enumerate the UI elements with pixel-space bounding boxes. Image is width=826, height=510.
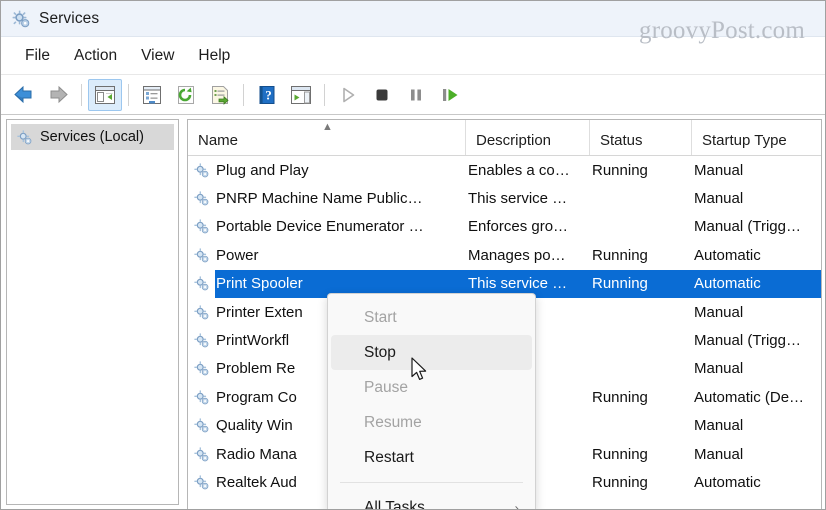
- context-menu-item-label: Start: [364, 308, 397, 326]
- menu-item-view[interactable]: View: [129, 44, 186, 68]
- cell-description: Enables a co…: [468, 161, 570, 179]
- context-menu-item-restart[interactable]: Restart: [328, 440, 535, 475]
- svg-text:?: ?: [265, 87, 272, 102]
- cell-status: Running: [592, 275, 648, 293]
- show-action-pane-icon[interactable]: [284, 79, 318, 111]
- column-header-status[interactable]: Status: [590, 120, 692, 155]
- cell-startup-type: Manual: [694, 417, 744, 435]
- chevron-right-icon: ›: [514, 500, 519, 510]
- back-icon[interactable]: [7, 79, 41, 111]
- cell-status: Running: [592, 246, 648, 264]
- cell-description: This service …: [468, 275, 568, 293]
- cell-startup-type: Manual: [694, 161, 744, 179]
- column-header-startup-type[interactable]: Startup Type: [692, 120, 821, 155]
- context-menu-item-resume: Resume: [328, 405, 535, 440]
- menu-item-help[interactable]: Help: [186, 44, 242, 68]
- window-title: Services: [39, 9, 100, 27]
- toolbar: ?: [1, 75, 825, 115]
- stop-service-icon[interactable]: [365, 79, 399, 111]
- cell-description: Enforces gro…: [468, 218, 569, 236]
- context-menu-item-label: Stop: [364, 343, 396, 361]
- properties-icon[interactable]: [135, 79, 169, 111]
- cell-name: Print Spooler: [216, 275, 303, 293]
- context-menu-item-label: Resume: [364, 413, 422, 431]
- cell-status: Running: [592, 445, 648, 463]
- context-menu-item-label: Restart: [364, 448, 414, 466]
- table-row[interactable]: PNRP Machine Name Public… This service … M…: [188, 184, 821, 212]
- help-icon[interactable]: ?: [250, 79, 284, 111]
- cell-name: Portable Device Enumerator …: [216, 218, 424, 236]
- restart-service-icon[interactable]: [433, 79, 467, 111]
- table-row[interactable]: Portable Device Enumerator … Enforces gro…: [188, 213, 821, 241]
- services-gear-icon: [11, 9, 31, 29]
- services-gear-icon: [193, 446, 210, 463]
- menu-separator: [340, 482, 523, 483]
- menu-item-file[interactable]: File: [13, 44, 62, 68]
- cell-name: Power: [216, 246, 259, 264]
- services-gear-icon: [193, 417, 210, 434]
- cell-startup-type: Automatic: [694, 275, 761, 293]
- cell-startup-type: Automatic: [694, 246, 761, 264]
- cell-status: Running: [592, 388, 648, 406]
- cell-startup-type: Automatic (De…: [694, 388, 805, 406]
- export-list-icon[interactable]: [203, 79, 237, 111]
- context-menu-item-label: All Tasks: [364, 498, 425, 510]
- context-menu-item-all-tasks[interactable]: All Tasks ›: [328, 490, 535, 510]
- cell-startup-type: Automatic: [694, 473, 761, 491]
- toolbar-separator: [324, 83, 325, 106]
- service-context-menu: Start Stop Pause Resume Restart All Tasks ›: [327, 293, 536, 510]
- cell-name: PNRP Machine Name Public…: [216, 190, 423, 208]
- column-header-description[interactable]: Description: [466, 120, 590, 155]
- pause-service-icon[interactable]: [399, 79, 433, 111]
- cell-startup-type: Manual: [694, 190, 744, 208]
- services-gear-icon: [16, 129, 33, 146]
- services-gear-icon: [193, 389, 210, 406]
- cell-description: Manages po…: [468, 246, 566, 264]
- context-menu-item-label: Pause: [364, 378, 408, 396]
- column-header-row: ▲ Name Description Status Startup Type: [188, 120, 821, 156]
- cell-status: Running: [592, 473, 648, 491]
- watermark: groovyPost.com: [639, 17, 805, 44]
- toolbar-separator: [81, 83, 82, 106]
- services-gear-icon: [193, 218, 210, 235]
- cell-startup-type: Manual: [694, 445, 744, 463]
- services-gear-icon: [193, 247, 210, 264]
- context-menu-item-start: Start: [328, 300, 535, 335]
- cell-startup-type: Manual (Trigg…: [694, 332, 801, 350]
- cell-startup-type: Manual (Trigg…: [694, 218, 801, 236]
- cell-description: This service …: [468, 190, 568, 208]
- context-menu-item-pause: Pause: [328, 370, 535, 405]
- sort-ascending-icon: ▲: [322, 121, 333, 133]
- tree-item-label: Services (Local): [40, 129, 144, 145]
- table-row[interactable]: Plug and Play Enables a co… Running Manual: [188, 156, 821, 184]
- tree-item-services-local[interactable]: Services (Local): [11, 124, 174, 150]
- column-header-name[interactable]: ▲ Name: [188, 120, 466, 155]
- services-gear-icon: [193, 190, 210, 207]
- context-menu-item-stop[interactable]: Stop: [331, 335, 532, 370]
- services-window: Services groovyPost.com File Action View…: [0, 0, 826, 510]
- toolbar-separator: [243, 83, 244, 106]
- services-gear-icon: [193, 474, 210, 491]
- toolbar-separator: [128, 83, 129, 106]
- cell-startup-type: Manual: [694, 360, 744, 378]
- forward-icon[interactable]: [41, 79, 75, 111]
- console-tree-panel: Services (Local): [6, 119, 179, 505]
- services-gear-icon: [193, 360, 210, 377]
- cell-startup-type: Manual: [694, 303, 744, 321]
- cell-name: Plug and Play: [216, 161, 309, 179]
- services-gear-icon: [193, 162, 210, 179]
- services-gear-icon: [193, 275, 210, 292]
- menu-item-action[interactable]: Action: [62, 44, 129, 68]
- services-gear-icon: [193, 304, 210, 321]
- start-service-icon[interactable]: [331, 79, 365, 111]
- cell-status: Running: [592, 161, 648, 179]
- refresh-icon[interactable]: [169, 79, 203, 111]
- show-hide-tree-icon[interactable]: [88, 78, 122, 111]
- services-gear-icon: [193, 332, 210, 349]
- table-row[interactable]: Power Manages po… Running Automatic: [188, 241, 821, 269]
